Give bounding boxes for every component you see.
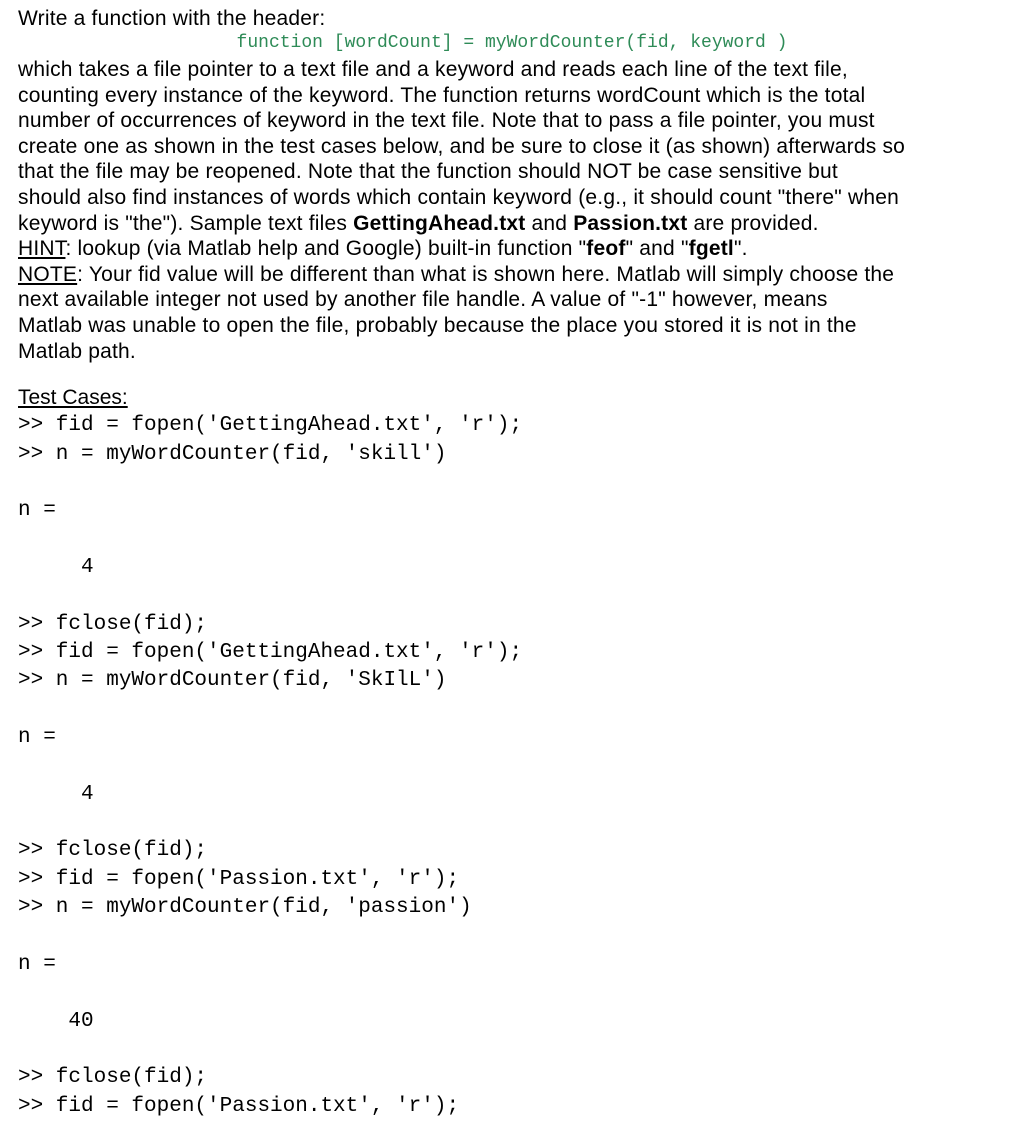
test-cases-heading: Test Cases:	[18, 386, 1006, 410]
hint-label: HINT	[18, 237, 65, 260]
hint-pre: : lookup (via Matlab help and Google) bu…	[65, 237, 586, 260]
hint-line: HINT: lookup (via Matlab help and Google…	[18, 236, 1006, 262]
sample-file-1: GettingAhead.txt	[353, 212, 525, 235]
sample-mid: and	[525, 212, 573, 235]
paragraph-line: create one as shown in the test cases be…	[18, 134, 1006, 160]
paragraph-line: number of occurrences of keyword in the …	[18, 108, 1006, 134]
paragraph-line: counting every instance of the keyword. …	[18, 83, 1006, 109]
note-cont-line: next available integer not used by anoth…	[18, 287, 1006, 313]
note-cont-line: Matlab was unable to open the file, prob…	[18, 313, 1006, 339]
note-line: NOTE: Your fid value will be different t…	[18, 262, 1006, 288]
sample-post: are provided.	[687, 212, 818, 235]
sample-files-line: keyword is "the"). Sample text files Get…	[18, 211, 1006, 237]
paragraph-line: should also find instances of words whic…	[18, 185, 1006, 211]
hint-post: ".	[734, 237, 748, 260]
sample-file-2: Passion.txt	[573, 212, 687, 235]
document-page: Write a function with the header: functi…	[0, 0, 1024, 1139]
paragraph-line: which takes a file pointer to a text fil…	[18, 57, 1006, 83]
note-label: NOTE	[18, 263, 77, 286]
intro-line: Write a function with the header:	[18, 6, 1006, 32]
paragraph-line: that the file may be reopened. Note that…	[18, 159, 1006, 185]
note-cont-line: Matlab path.	[18, 339, 1006, 365]
hint-mid: " and "	[626, 237, 689, 260]
note-rest: : Your fid value will be different than …	[77, 263, 894, 286]
hint-fn1: feof	[586, 237, 625, 260]
hint-fn2: fgetl	[689, 237, 734, 260]
sample-pre: keyword is "the"). Sample text files	[18, 212, 353, 235]
function-signature: function [wordCount] = myWordCounter(fid…	[18, 32, 1006, 55]
console-output: >> fid = fopen('GettingAhead.txt', 'r');…	[18, 412, 1006, 1121]
